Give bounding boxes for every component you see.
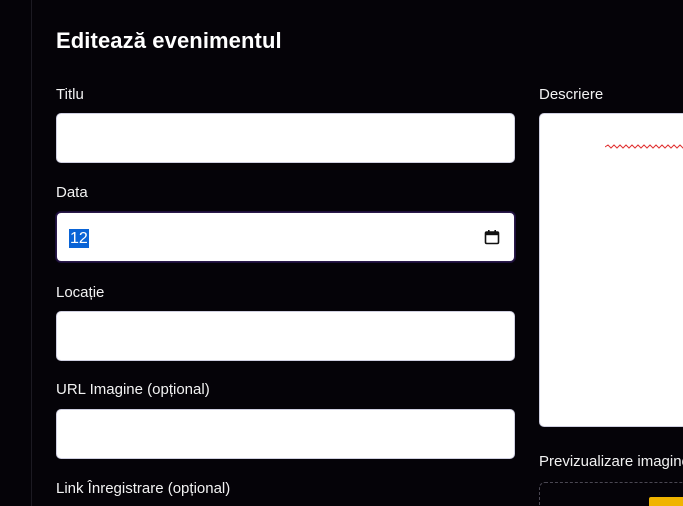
description-label: Descriere xyxy=(539,86,604,103)
registration-link-label: Link Înregistrare (opțional) xyxy=(56,480,231,497)
title-input[interactable] xyxy=(56,113,515,163)
image-preview-thumbnail xyxy=(649,497,683,506)
location-label: Locație xyxy=(56,284,105,301)
image-preview-label: Previzualizare imagine xyxy=(539,453,683,470)
page-title: Editează evenimentul xyxy=(56,28,282,53)
spellcheck-squiggle-icon xyxy=(605,144,683,149)
calendar-icon[interactable] xyxy=(484,229,500,245)
title-label: Titlu xyxy=(56,86,84,103)
description-textarea[interactable] xyxy=(539,113,683,427)
edit-event-page: Editează evenimentul Titlu Data 12 Locaț… xyxy=(0,0,683,506)
sidebar-divider xyxy=(31,0,32,506)
date-label: Data xyxy=(56,184,88,201)
date-input[interactable]: 12 xyxy=(56,212,515,262)
image-url-label: URL Imagine (opțional) xyxy=(56,381,210,398)
image-url-input[interactable] xyxy=(56,409,515,459)
date-value-selected[interactable]: 12 xyxy=(69,229,89,248)
location-input[interactable] xyxy=(56,311,515,361)
